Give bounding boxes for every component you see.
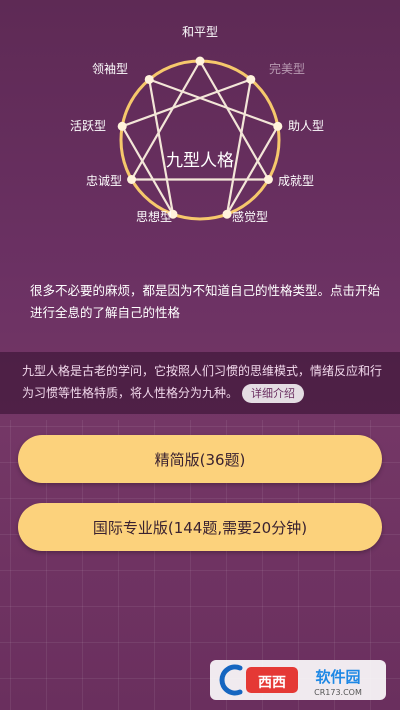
enneagram-label-peacemaker: 和平型: [182, 25, 218, 39]
enneagram-point: [263, 175, 273, 184]
enneagram-diagram: 和平型完美型助人型成就型感觉型 思想型 忠诚型 活跃型 领袖型 九型人格: [70, 25, 324, 224]
enneagram-point: [246, 74, 256, 84]
enneagram-label-perfectionist: 完美型: [269, 61, 305, 76]
enneagram-labels: 和平型完美型助人型成就型感觉型 思想型 忠诚型 活跃型 领袖型: [70, 25, 324, 224]
watermark-brand: 西西: [258, 675, 286, 691]
description-text: 九型人格是古老的学问，它按照人们习惯的思维模式，情绪反应和行为习惯等性格特质，将…: [22, 360, 382, 404]
enneagram-ring: [119, 59, 281, 221]
watermark-domain: CR173.COM: [314, 688, 362, 697]
watermark-logo: 西西 软件园 CR173.COM: [210, 660, 386, 700]
detail-intro-button[interactable]: 详细介绍: [242, 384, 305, 403]
enneagram-point: [144, 74, 154, 84]
intro-text: 很多不必要的麻烦，都是因为不知道自己的性格类型。点击开始进行全息的了解自己的性格: [30, 283, 381, 320]
enneagram-point: [127, 175, 137, 184]
enneagram-label-enthusiast: 活跃型: [70, 119, 106, 133]
simple-test-button[interactable]: 精简版(36题): [18, 435, 382, 483]
enneagram-point: [273, 121, 283, 131]
description-body: 九型人格是古老的学问，它按照人们习惯的思维模式，情绪反应和行为习惯等性格特质，将…: [22, 364, 383, 400]
enneagram-label-loyalist: 忠诚型: [86, 174, 122, 188]
enneagram-label-individualist: 感觉型: [232, 209, 268, 224]
professional-test-button[interactable]: 国际专业版(144题,需要20分钟): [18, 503, 382, 551]
enneagram-label-achiever: 成就型: [278, 174, 314, 188]
enneagram-center-label: 九型人格: [166, 151, 234, 171]
enneagram-point: [195, 56, 205, 66]
enneagram-point: [222, 209, 232, 219]
enneagram-label-helper: 助人型: [288, 119, 324, 133]
enneagram-label-challenger: 领袖型: [92, 61, 128, 76]
enneagram-point: [117, 121, 127, 131]
watermark-brand-rest: 软件园: [315, 668, 360, 686]
enneagram-label-investigator: 思想型: [136, 209, 172, 224]
